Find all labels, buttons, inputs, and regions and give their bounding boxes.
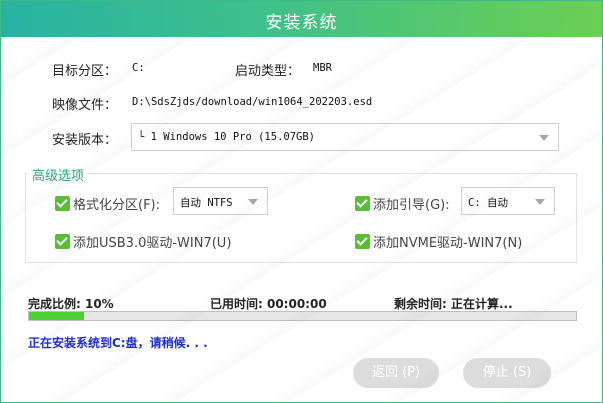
installer-window: 安装系统 目标分区： C: 启动类型： MBR 映像文件： D:\SdsZjds… [0, 0, 603, 403]
image-file-label: 映像文件： [52, 98, 118, 113]
progress-bar [28, 311, 577, 321]
install-version-select[interactable]: └ 1 Windows 10 Pro (15.07GB) [131, 123, 559, 151]
add-boot-label: 添加引导(G): [373, 198, 450, 213]
progress-bar-fill [29, 312, 84, 320]
install-version-value: └ 1 Windows 10 Pro (15.07GB) [138, 131, 316, 143]
chevron-down-icon [248, 199, 258, 205]
completion-ratio: 完成比例: 10% [28, 297, 114, 311]
format-partition-checkbox[interactable] [55, 196, 70, 211]
image-file-path: D:\SdsZjds/download/win1064_202203.esd [132, 96, 373, 108]
title-bar: 安装系统 [1, 1, 602, 37]
add-boot-select[interactable]: C: 自动 [461, 187, 555, 215]
elapsed-time: 已用时间: 00:00:00 [210, 297, 327, 311]
chevron-down-icon [539, 135, 549, 141]
advanced-options-title: 高级选项 [29, 165, 88, 184]
chevron-down-icon [535, 199, 545, 205]
remaining-time: 剩余时间: 正在计算... [394, 297, 513, 311]
format-partition-label: 格式化分区(F): [73, 198, 161, 213]
nvme-driver-label: 添加NVME驱动-WIN7(N) [373, 236, 523, 251]
install-status-text: 正在安装系统到C:盘，请稍候. . . [28, 336, 208, 350]
target-partition-label: 目标分区： [52, 64, 118, 79]
boot-type-label: 启动类型： [235, 64, 301, 79]
back-button[interactable]: 返回 (P) [353, 358, 439, 388]
window-title: 安装系统 [265, 13, 338, 33]
usb3-driver-checkbox[interactable] [55, 234, 70, 249]
nvme-driver-checkbox[interactable] [355, 234, 370, 249]
format-partition-value: 自动 NTFS [180, 197, 233, 209]
add-boot-value: C: 自动 [468, 197, 508, 209]
format-partition-select[interactable]: 自动 NTFS [173, 187, 268, 215]
install-version-label: 安装版本： [52, 133, 118, 148]
stop-button[interactable]: 停止 (S) [463, 358, 551, 388]
add-boot-checkbox[interactable] [355, 196, 370, 211]
usb3-driver-label: 添加USB3.0驱动-WIN7(U) [73, 236, 232, 251]
boot-type-value: MBR [313, 62, 332, 74]
target-partition-value: C: [132, 62, 145, 74]
